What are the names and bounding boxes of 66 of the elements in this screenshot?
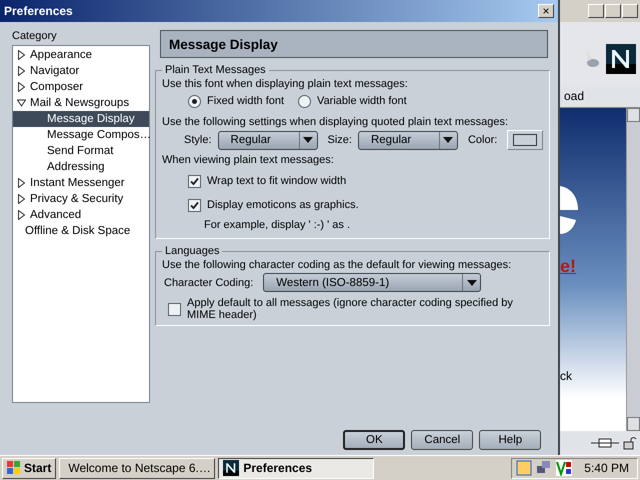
checkbox[interactable]	[188, 174, 201, 188]
body-text: ck	[560, 369, 573, 383]
dialog-button[interactable]: Help	[479, 430, 542, 450]
size-dropdown[interactable]: Regular	[358, 130, 458, 150]
taskbar-button[interactable]: Welcome to Netscape 6.…	[59, 458, 216, 478]
radio-label: Fixed width font	[207, 95, 284, 107]
lock-icon	[623, 436, 637, 450]
group-legend: Plain Text Messages	[162, 64, 269, 76]
example-text: For example, display ' :-) ' as .	[204, 219, 350, 231]
radio-button[interactable]	[188, 94, 201, 108]
color-label: Color:	[468, 134, 498, 146]
panel-heading: Message Display	[160, 30, 548, 58]
tree-item[interactable]: Privacy & Security	[13, 191, 149, 207]
tree-item[interactable]: Message Display	[13, 111, 149, 127]
tree-item[interactable]: Message Compos…	[13, 127, 149, 143]
netscape-logo-icon	[223, 460, 240, 476]
color-picker-button[interactable]	[507, 130, 544, 150]
style-dropdown[interactable]: Regular	[218, 130, 318, 150]
checkbox[interactable]	[168, 302, 181, 316]
checkbox-label: Wrap text to fit window width	[207, 175, 346, 187]
prompt-text: Use the following settings when displaying quoted plain text messages:	[162, 116, 510, 128]
category-label: Category	[12, 30, 58, 42]
tree-item[interactable]: Offline & Disk Space	[13, 223, 149, 239]
dropdown-arrow-icon	[303, 137, 314, 143]
coding-label: Character Coding:	[164, 276, 254, 288]
vnc-icon[interactable]	[556, 460, 572, 476]
size-label: Size:	[328, 134, 352, 146]
dialog-button[interactable]: Cancel	[411, 430, 474, 450]
checkbox-label: Apply default to all messages (ignore character coding specified by MIME header)	[187, 297, 514, 321]
style-label: Style:	[184, 134, 212, 146]
radio-button[interactable]	[298, 94, 312, 108]
dropdown-arrow-icon	[466, 280, 477, 286]
clock: 5:40 PM	[584, 461, 629, 475]
character-coding-dropdown[interactable]: Western (ISO-8859-1)	[263, 273, 482, 292]
maximize-button[interactable]	[605, 4, 621, 18]
prompt-text: Use the following character coding as the default for viewing messages:	[162, 259, 512, 271]
group-legend: Languages	[162, 245, 222, 257]
start-button[interactable]: Start	[2, 458, 56, 478]
checkbox[interactable]	[188, 198, 201, 212]
scrollbar[interactable]	[626, 108, 640, 431]
tray-icon[interactable]	[516, 460, 532, 476]
network-icon[interactable]	[536, 460, 552, 476]
taskbar-button[interactable]: Preferences	[218, 458, 374, 478]
window-title: Preferences	[4, 4, 73, 18]
connection-icon	[591, 437, 619, 449]
netscape-logo-icon	[606, 44, 636, 74]
tree-item[interactable]: Addressing	[13, 159, 149, 175]
tree-item[interactable]: Composer	[13, 79, 149, 95]
checkbox-label: Display emoticons as graphics.	[207, 199, 359, 211]
prompt-text: Use this font when displaying plain text messages:	[162, 78, 409, 90]
tree-item[interactable]: Mail & Newsgroups	[13, 95, 149, 111]
toolbar-text: oad	[564, 89, 584, 103]
banner-graphic	[560, 186, 578, 234]
tree-item[interactable]: Send Format	[13, 143, 149, 159]
tree-item[interactable]: Appearance	[13, 47, 149, 63]
close-button[interactable]: ×	[538, 4, 554, 18]
tree-item[interactable]: Advanced	[13, 207, 149, 223]
prompt-text: When viewing plain text messages:	[162, 154, 335, 166]
minimize-button[interactable]	[588, 4, 604, 18]
tree-item[interactable]: Navigator	[13, 63, 149, 79]
windows-logo-icon	[7, 461, 21, 475]
dropdown-arrow-icon	[443, 137, 454, 143]
dialog-button[interactable]: OK	[343, 430, 406, 450]
tree-item[interactable]: Instant Messenger	[13, 175, 149, 191]
radio-label: Variable width font	[317, 95, 407, 107]
close-button[interactable]	[622, 4, 638, 18]
